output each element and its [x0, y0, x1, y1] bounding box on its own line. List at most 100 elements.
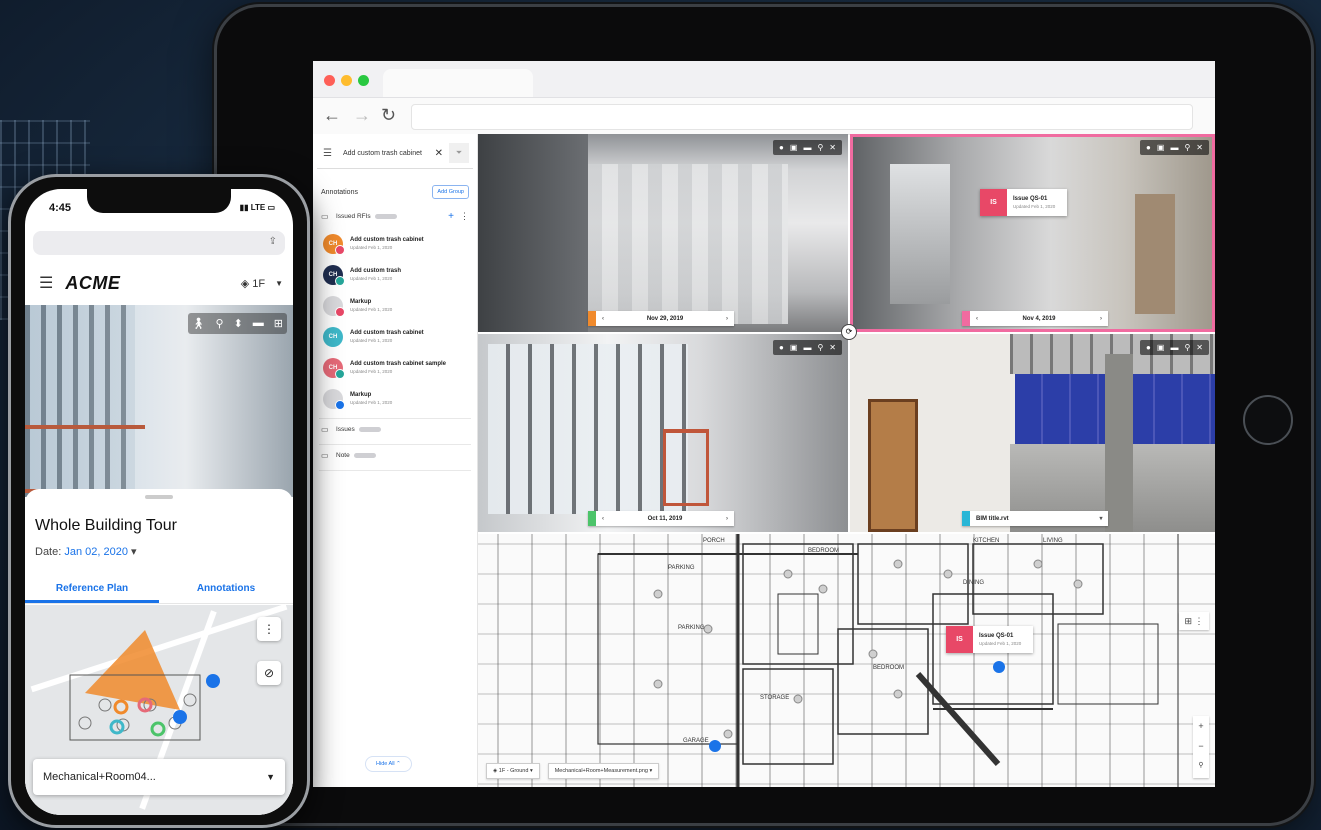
measure-icon[interactable]: ▬ — [1170, 143, 1178, 152]
hamburger-icon[interactable]: ☰ — [39, 273, 53, 293]
browser-tab[interactable] — [383, 69, 533, 97]
chevron-left-icon[interactable]: ‹ — [970, 316, 984, 322]
address-bar[interactable] — [411, 104, 1193, 130]
more-options-icon[interactable]: ⋮ — [257, 617, 281, 641]
clear-search-icon[interactable]: ✕ — [435, 148, 443, 159]
plan-room-label: LIVING — [1043, 538, 1063, 544]
person-icon[interactable]: ⚲ — [817, 143, 823, 152]
chevron-right-icon[interactable]: › — [1094, 316, 1108, 322]
tablet-home-button[interactable] — [1243, 395, 1293, 445]
zoom-out-icon[interactable]: − — [1193, 736, 1209, 756]
save-icon[interactable]: ▣ — [790, 143, 798, 152]
split-view-icon[interactable]: ⬍ — [234, 317, 243, 330]
more-options-icon[interactable]: ⋮ — [1195, 616, 1204, 626]
reload-icon[interactable]: ↻ — [381, 105, 396, 126]
add-icon[interactable]: + — [448, 211, 454, 222]
arrow-right-icon[interactable]: → — [353, 105, 371, 126]
globe-icon[interactable]: ● — [779, 343, 784, 352]
close-icon[interactable]: ✕ — [1196, 343, 1203, 352]
chevron-left-icon[interactable]: ‹ — [596, 316, 610, 322]
save-icon[interactable]: ▣ — [1157, 343, 1165, 352]
person-icon[interactable]: ⚲ — [1184, 143, 1190, 152]
floor-plan[interactable]: PARKING PARKING BEDROOM BEDROOM KITCHEN LIVIN… — [478, 534, 1215, 787]
window-maximize-button[interactable] — [358, 75, 369, 86]
group-note[interactable]: ▭ Note — [313, 445, 477, 466]
plan-options[interactable]: ⊞ ⋮ — [1179, 612, 1209, 630]
status-dot — [335, 306, 345, 317]
plan-issue-card[interactable]: IS Issue QS-01 Updated Feb 1, 2020 — [946, 626, 1034, 653]
sheet-select[interactable]: Mechanical+Room+Measurement.png ▾ — [547, 763, 660, 779]
phone-address-bar[interactable]: ⇪ — [33, 231, 285, 255]
sheet-grab-handle[interactable] — [145, 495, 173, 499]
fit-view-icon[interactable]: ⊞ — [1184, 616, 1192, 626]
chevron-right-icon[interactable]: › — [720, 316, 734, 322]
browser-titlebar — [313, 61, 1215, 98]
sheet-dropdown[interactable]: Mechanical+Room04... ▼ — [33, 759, 285, 795]
globe-icon[interactable]: ● — [1146, 343, 1151, 352]
date-selector-1[interactable]: ‹ Nov 29, 2019 › — [588, 311, 734, 326]
list-item[interactable]: CH Add custom trash Updated Feb 1, 2020 — [313, 259, 477, 290]
group-issues[interactable]: ▭ Issues — [313, 419, 477, 440]
viewer-4-bim[interactable]: ● ▣ ▬ ⚲ ✕ BIM title.rvt ▾ — [850, 334, 1215, 532]
list-item[interactable]: CH Add custom trash cabinet Updated Feb 1,… — [313, 321, 477, 352]
globe-icon[interactable]: ● — [1146, 143, 1151, 152]
date-selector[interactable]: Date: Jan 02, 2020 ▾ — [35, 545, 137, 558]
list-item[interactable]: Markup Updated Feb 1, 2020 — [313, 383, 477, 414]
fullscreen-icon[interactable]: ⊞ — [274, 317, 283, 330]
viewer-3[interactable]: ● ▣ ▬ ⚲ ✕ ‹ Oct 11, 2019 › — [478, 334, 848, 532]
caret-down-icon[interactable]: ▾ — [1094, 515, 1108, 522]
menu-icon[interactable]: ☰ — [323, 148, 337, 159]
person-icon[interactable]: ⚲ — [817, 343, 823, 352]
close-icon[interactable]: ✕ — [829, 343, 836, 352]
measure-icon[interactable]: ▬ — [803, 143, 811, 152]
pin-icon[interactable]: ⚲ — [216, 317, 224, 330]
search-value[interactable]: Add custom trash cabinet — [343, 150, 422, 157]
zoom-in-icon[interactable]: + — [1193, 716, 1209, 736]
close-icon[interactable]: ✕ — [829, 143, 836, 152]
model-selector[interactable]: BIM title.rvt ▾ — [962, 511, 1108, 526]
date-selector-3[interactable]: ‹ Oct 11, 2019 › — [588, 511, 734, 526]
save-icon[interactable]: ▣ — [1157, 143, 1165, 152]
chevron-right-icon[interactable]: › — [720, 516, 734, 522]
viewer-2[interactable]: ● ▣ ▬ ⚲ ✕ IS Issue QS-01 Updated Feb 1, 20… — [850, 134, 1215, 332]
walk-icon[interactable]: 🚶︎ — [192, 317, 206, 330]
item-updated: Updated Feb 1, 2020 — [350, 307, 393, 312]
hide-all-button[interactable]: Hide All ⌃ — [365, 756, 412, 772]
floor-indicator[interactable]: ◈ 1F — [241, 277, 265, 290]
compass-icon[interactable]: ⊘ — [257, 661, 281, 685]
tab-annotations[interactable]: Annotations — [159, 577, 293, 603]
floor-select[interactable]: ◈ 1F - Ground ▾ — [486, 763, 540, 779]
add-group-button[interactable]: Add Group — [432, 185, 469, 199]
measure-icon[interactable]: ▬ — [1170, 343, 1178, 352]
share-icon[interactable]: ⇪ — [269, 236, 277, 247]
phone-360-view[interactable]: 🚶︎ ⚲ ⬍ ▬ ⊞ — [25, 305, 293, 497]
filter-icon[interactable]: ⏷ — [449, 143, 469, 163]
person-icon[interactable]: ⚲ — [1184, 343, 1190, 352]
list-item[interactable]: Markup Updated Feb 1, 2020 — [313, 290, 477, 321]
annotation-search[interactable]: ☰ Add custom trash cabinet ✕ ⏷ — [317, 138, 473, 169]
list-item[interactable]: CH Add custom trash cabinet Updated Feb 1,… — [313, 228, 477, 259]
sync-views-icon[interactable]: ⟳ — [841, 324, 857, 340]
tab-reference-plan[interactable]: Reference Plan — [25, 577, 159, 603]
list-item[interactable]: CH Add custom trash cabinet sample Updated… — [313, 352, 477, 383]
globe-icon[interactable]: ● — [779, 143, 784, 152]
group-issued-rfis[interactable]: ▭ Issued RFIs + ⋮ — [313, 205, 477, 228]
annotations-title: Annotations — [321, 188, 358, 196]
more-options-icon[interactable]: ⋮ — [460, 211, 469, 222]
save-icon[interactable]: ▣ — [790, 343, 798, 352]
arrow-left-icon[interactable]: ← — [323, 105, 341, 126]
viewer-1[interactable]: ● ▣ ▬ ⚲ ✕ ‹ Nov 29, 2019 › — [478, 134, 848, 332]
status-dot — [335, 244, 345, 255]
close-icon[interactable]: ✕ — [1196, 143, 1203, 152]
measure-icon[interactable]: ▬ — [253, 317, 264, 330]
chevron-left-icon[interactable]: ‹ — [596, 516, 610, 522]
issue-card[interactable]: IS Issue QS-01 Updated Feb 1, 2020 — [980, 189, 1068, 216]
measure-icon[interactable]: ▬ — [803, 343, 811, 352]
date-label: Oct 11, 2019 — [647, 515, 683, 522]
date-selector-2[interactable]: ‹ Nov 4, 2019 › — [962, 311, 1108, 326]
window-close-button[interactable] — [324, 75, 335, 86]
window-minimize-button[interactable] — [341, 75, 352, 86]
annotations-header: Annotations Add Group — [321, 185, 469, 199]
caret-down-icon[interactable]: ▼ — [275, 279, 283, 288]
walk-icon[interactable]: ⚲ — [1193, 756, 1209, 776]
